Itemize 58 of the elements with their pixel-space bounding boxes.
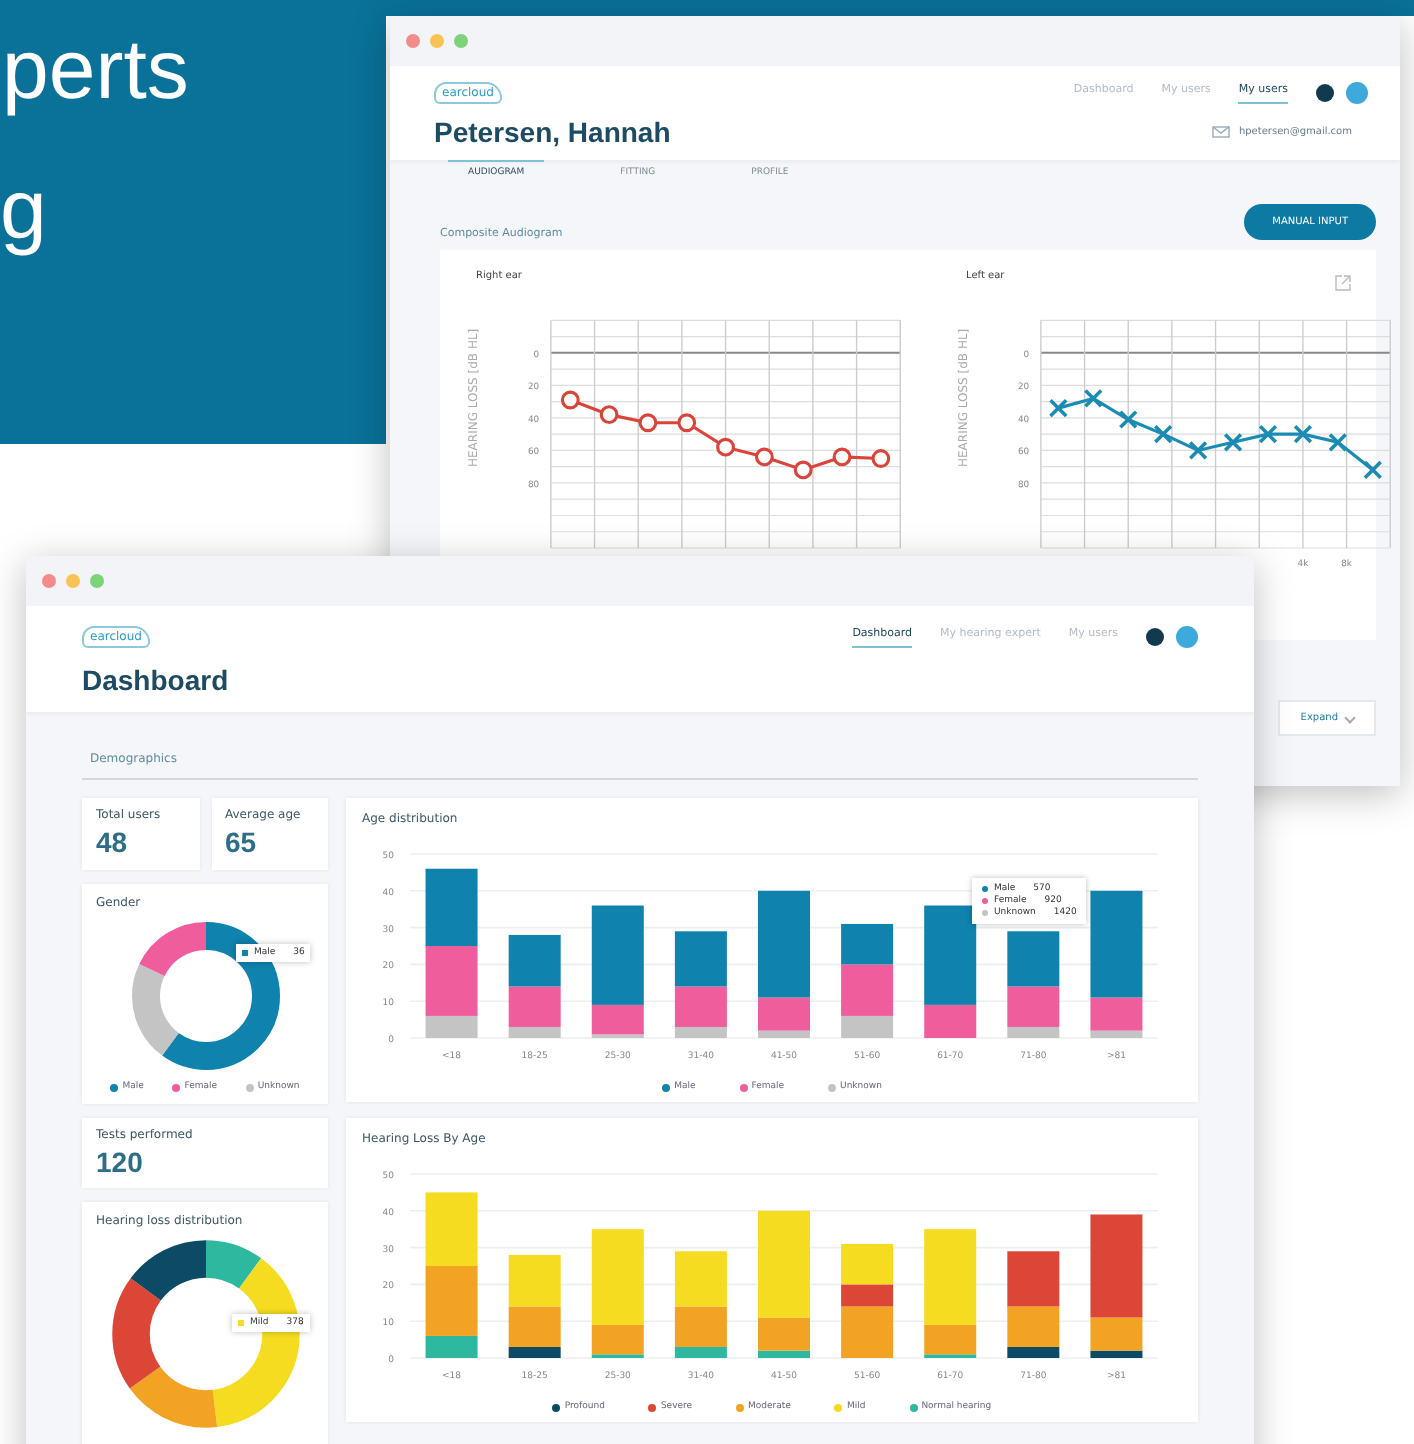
cross-marker [1328, 432, 1348, 452]
cross-marker [1118, 409, 1138, 430]
close-dot-icon[interactable] [406, 34, 420, 48]
stat-value: 120 [96, 1146, 145, 1178]
bar-segment [1007, 1251, 1060, 1307]
legend-dot [828, 1083, 837, 1091]
chevron-icon [1344, 712, 1356, 724]
legend-dot [662, 1083, 671, 1091]
bar-segment [508, 1254, 561, 1307]
legend-dot [552, 1403, 561, 1411]
cross-marker [1188, 440, 1208, 461]
legend-swatch-icon [242, 950, 248, 956]
legend-dot [736, 1403, 745, 1411]
patient-name: Petersen, Hannah [434, 116, 671, 148]
cross-marker [1293, 424, 1313, 444]
legend-dot [909, 1403, 918, 1411]
bar-segment [1007, 931, 1060, 987]
cross-marker [1223, 432, 1243, 452]
legend-dot [648, 1403, 657, 1411]
circle-marker [793, 460, 813, 480]
legend-dot [739, 1083, 748, 1091]
notification-icon[interactable] [1316, 84, 1334, 102]
legend-swatch-icon [238, 1320, 244, 1326]
circle-marker [832, 447, 852, 467]
cross-marker [1048, 398, 1068, 418]
circle-marker [754, 447, 774, 467]
legend-dot [834, 1403, 843, 1411]
circle-marker [677, 413, 697, 433]
cross-marker [1258, 424, 1278, 444]
circle-marker [638, 413, 658, 433]
headline-text: perts [2, 20, 189, 120]
cross-marker [1363, 460, 1383, 480]
page-title: Dashboard [82, 664, 231, 696]
stat-value: 48 [96, 826, 130, 858]
circle-marker [599, 405, 619, 425]
notification-icon[interactable] [1146, 628, 1164, 646]
bar-segment [425, 868, 478, 946]
bar-segment [508, 934, 561, 987]
envelope-icon [1212, 126, 1231, 138]
minimize-dot-icon[interactable] [66, 574, 80, 588]
maximize-dot-icon[interactable] [454, 34, 468, 48]
bar-segment [674, 1251, 727, 1307]
bar-segment [425, 1192, 478, 1266]
external-link-icon[interactable] [1334, 274, 1352, 292]
bar-segment [841, 923, 894, 965]
circle-marker [871, 449, 891, 468]
avatar-icon[interactable] [1346, 82, 1368, 104]
cross-marker [1083, 388, 1103, 408]
bar-segment [674, 931, 727, 987]
circle-marker [560, 390, 580, 410]
avatar-icon[interactable] [1176, 626, 1198, 648]
circle-marker [716, 437, 735, 457]
headline-text: g [0, 160, 49, 260]
stat-value: 65 [225, 826, 259, 858]
cross-marker [1153, 424, 1173, 444]
maximize-dot-icon[interactable] [90, 574, 104, 588]
close-dot-icon[interactable] [42, 574, 56, 588]
minimize-dot-icon[interactable] [430, 34, 444, 48]
